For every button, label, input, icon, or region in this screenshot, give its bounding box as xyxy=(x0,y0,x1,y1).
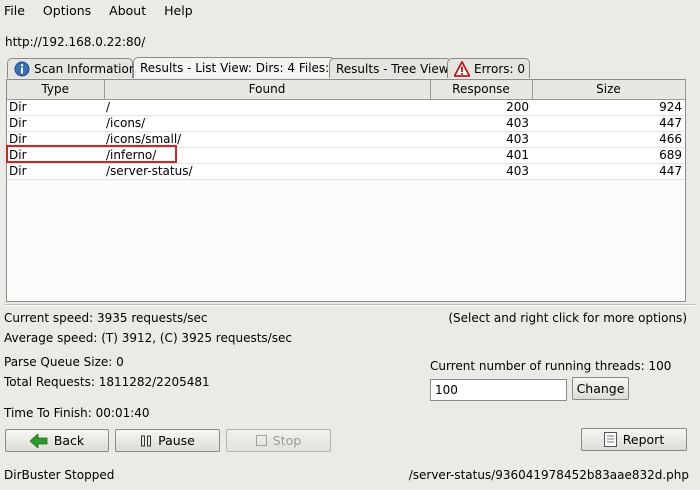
threads-input[interactable] xyxy=(430,379,567,401)
column-header-response[interactable]: Response xyxy=(430,80,533,100)
target-url: http://192.168.0.22:80/ xyxy=(5,35,146,49)
table-row[interactable]: Dir /server-status/ 403 447 xyxy=(7,163,685,180)
tab-label: Errors: 0 xyxy=(474,61,525,76)
column-header-size[interactable]: Size xyxy=(532,80,686,100)
cell-type: Dir xyxy=(7,131,104,148)
divider xyxy=(5,304,695,306)
table-row[interactable]: Dir /icons/ 403 447 xyxy=(7,115,685,132)
current-path-status: /server-status/936041978452b83aae832d.ph… xyxy=(408,468,689,482)
cell-response: 403 xyxy=(430,131,532,148)
button-label: Stop xyxy=(272,433,302,448)
tab-label: Results - Tree View xyxy=(336,61,449,76)
tab-label: Scan Information xyxy=(34,61,137,76)
cell-response: 403 xyxy=(430,163,532,180)
change-threads-button[interactable]: Change xyxy=(572,377,629,400)
cell-size: 447 xyxy=(532,115,685,132)
menu-about[interactable]: About xyxy=(105,3,146,18)
menu-file[interactable]: File xyxy=(0,3,25,18)
cell-response: 403 xyxy=(430,115,532,132)
report-icon xyxy=(603,432,617,447)
results-panel: Type Found Response Size Dir / 200 924 D… xyxy=(6,79,686,302)
current-speed-label: Current speed: 3935 requests/sec xyxy=(4,311,208,325)
cell-size: 466 xyxy=(532,131,685,148)
cell-type: Dir xyxy=(7,163,104,180)
warning-icon xyxy=(454,60,470,77)
tab-results-tree-view[interactable]: Results - Tree View xyxy=(329,58,451,78)
pause-icon xyxy=(140,435,152,447)
cell-size: 924 xyxy=(532,99,685,116)
average-speed-label: Average speed: (T) 3912, (C) 3925 reques… xyxy=(4,331,292,345)
column-header-type[interactable]: Type xyxy=(7,80,105,100)
column-header-found[interactable]: Found xyxy=(104,80,431,100)
cell-found: /icons/small/ xyxy=(104,131,430,148)
cell-found: / xyxy=(104,99,430,116)
cell-size: 689 xyxy=(532,147,685,164)
cell-found: /inferno/ xyxy=(104,147,430,164)
time-to-finish-label: Time To Finish: 00:01:40 xyxy=(4,406,150,420)
tab-scan-information[interactable]: Scan Information xyxy=(7,58,137,78)
button-label: Report xyxy=(622,432,665,447)
cell-size: 447 xyxy=(532,163,685,180)
results-hint-label: (Select and right click for more options… xyxy=(448,311,687,325)
pause-button[interactable]: Pause xyxy=(115,429,220,452)
menu-options[interactable]: Options xyxy=(39,3,91,18)
back-button[interactable]: Back xyxy=(5,429,109,452)
menu-help[interactable]: Help xyxy=(160,3,193,18)
button-label: Pause xyxy=(158,433,195,448)
table-row[interactable]: Dir /inferno/ 401 689 xyxy=(7,147,685,164)
parse-queue-label: Parse Queue Size: 0 xyxy=(4,355,124,369)
tab-results-list-view[interactable]: Results - List View: Dirs: 4 Files: 0 xyxy=(133,57,341,78)
table-row[interactable]: Dir /icons/small/ 403 466 xyxy=(7,131,685,148)
tab-label: Results - List View: Dirs: 4 Files: 0 xyxy=(140,61,341,75)
table-row[interactable]: Dir / 200 924 xyxy=(7,99,685,116)
cell-type: Dir xyxy=(7,99,104,116)
cell-found: /server-status/ xyxy=(104,163,430,180)
report-button[interactable]: Report xyxy=(581,428,687,451)
cell-type: Dir xyxy=(7,115,104,132)
tab-errors[interactable]: Errors: 0 xyxy=(447,58,530,78)
stop-button[interactable]: Stop xyxy=(226,429,331,452)
button-label: Change xyxy=(576,381,625,396)
back-arrow-icon xyxy=(29,433,48,448)
threads-label: Current number of running threads: 100 xyxy=(430,359,672,373)
button-label: Back xyxy=(53,433,85,448)
cell-type: Dir xyxy=(7,147,104,164)
total-requests-label: Total Requests: 1811282/2205481 xyxy=(4,375,210,389)
info-icon xyxy=(14,61,30,77)
cell-found: /icons/ xyxy=(104,115,430,132)
table-header-row: Type Found Response Size xyxy=(7,80,686,100)
cell-response: 200 xyxy=(430,99,532,116)
status-text: DirBuster Stopped xyxy=(4,468,115,482)
stop-icon xyxy=(255,435,267,446)
cell-response: 401 xyxy=(430,147,532,164)
results-table-container[interactable]: Type Found Response Size Dir / 200 924 D… xyxy=(7,80,686,301)
menu-bar: File Options About Help xyxy=(0,0,700,20)
results-table: Type Found Response Size Dir / 200 924 D… xyxy=(7,80,686,180)
